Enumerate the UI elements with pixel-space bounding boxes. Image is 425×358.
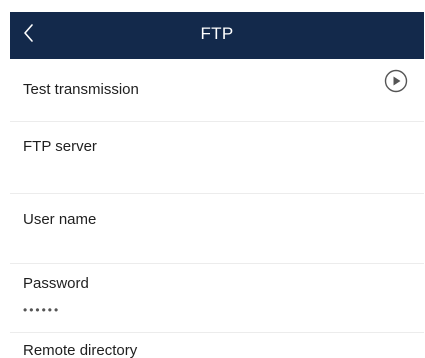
ftp-settings-screen: FTP Test transmission FTP server User na… <box>0 0 425 358</box>
password-label: Password <box>23 275 89 292</box>
test-transmission-row[interactable]: Test transmission <box>10 60 424 122</box>
password-row[interactable]: Password •••••• <box>10 264 424 333</box>
test-transmission-label: Test transmission <box>23 81 139 98</box>
page-title: FTP <box>200 24 234 43</box>
app-header: FTP <box>10 12 424 59</box>
play-circle-icon <box>384 69 408 93</box>
remote-directory-label: Remote directory <box>23 342 138 358</box>
test-transmission-button[interactable] <box>384 69 408 93</box>
user-name-row[interactable]: User name <box>10 194 424 264</box>
remote-directory-row[interactable]: Remote directory <box>10 333 424 358</box>
password-value: •••••• <box>23 303 61 317</box>
user-name-label: User name <box>23 211 97 228</box>
ftp-server-row[interactable]: FTP server <box>10 122 424 194</box>
ftp-server-label: FTP server <box>23 138 97 155</box>
